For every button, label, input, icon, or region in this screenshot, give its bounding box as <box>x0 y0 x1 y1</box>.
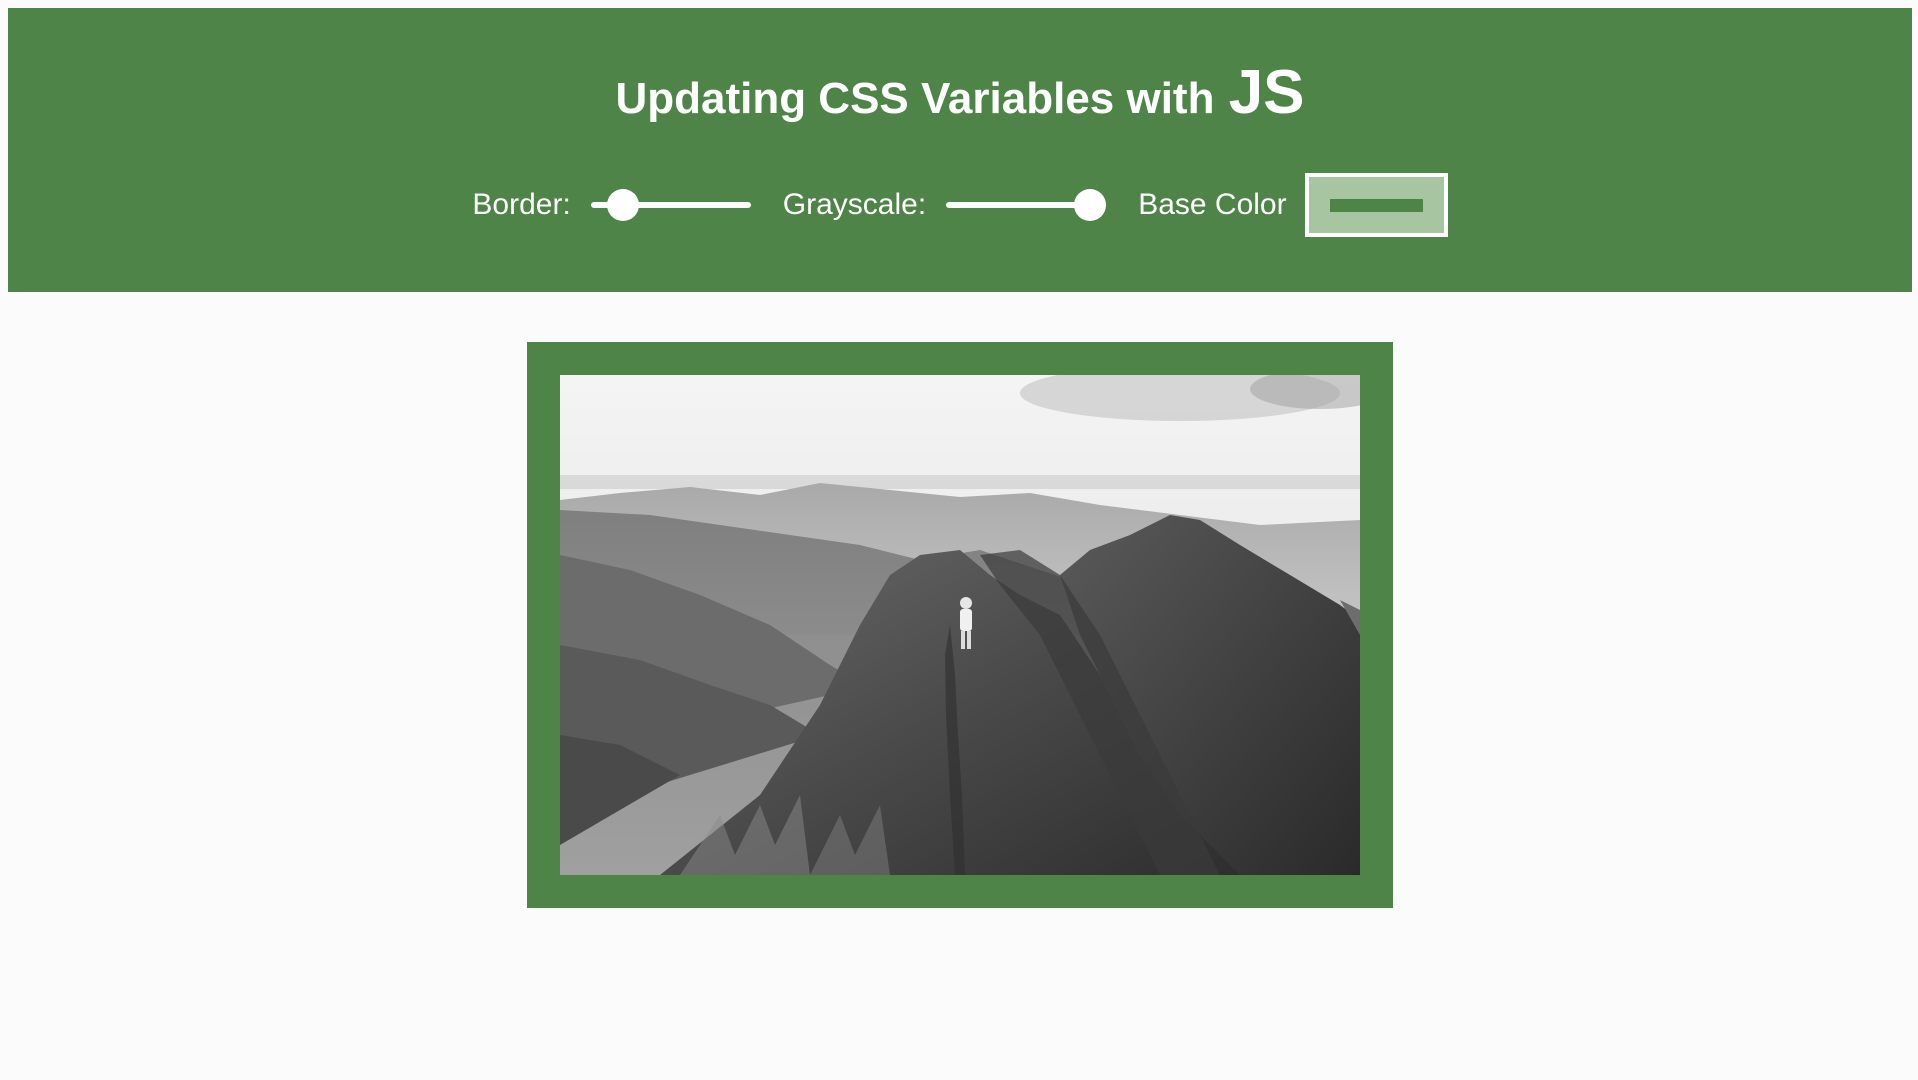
border-slider-thumb[interactable] <box>606 189 639 221</box>
title-text: Updating CSS Variables with <box>615 74 1215 123</box>
border-label: Border: <box>472 188 571 221</box>
title-js-highlight: JS <box>1228 58 1305 127</box>
base-color-label: Base Color <box>1138 188 1287 221</box>
mountain-ridge-photo <box>560 375 1360 875</box>
grayscale-label: Grayscale: <box>782 188 927 221</box>
border-slider[interactable] <box>590 189 751 221</box>
grayscale-slider[interactable] <box>946 189 1107 221</box>
base-color-picker[interactable] <box>1304 173 1448 237</box>
page-title: Updating CSS Variables with JS <box>8 58 1912 134</box>
base-color-chip[interactable] <box>1329 199 1423 212</box>
controls-bar: Border: Grayscale: Base Color <box>8 170 1912 240</box>
page-header: Updating CSS Variables with JS Border: G… <box>8 8 1912 292</box>
image-frame <box>527 342 1393 908</box>
grayscale-slider-thumb[interactable] <box>1074 189 1107 221</box>
